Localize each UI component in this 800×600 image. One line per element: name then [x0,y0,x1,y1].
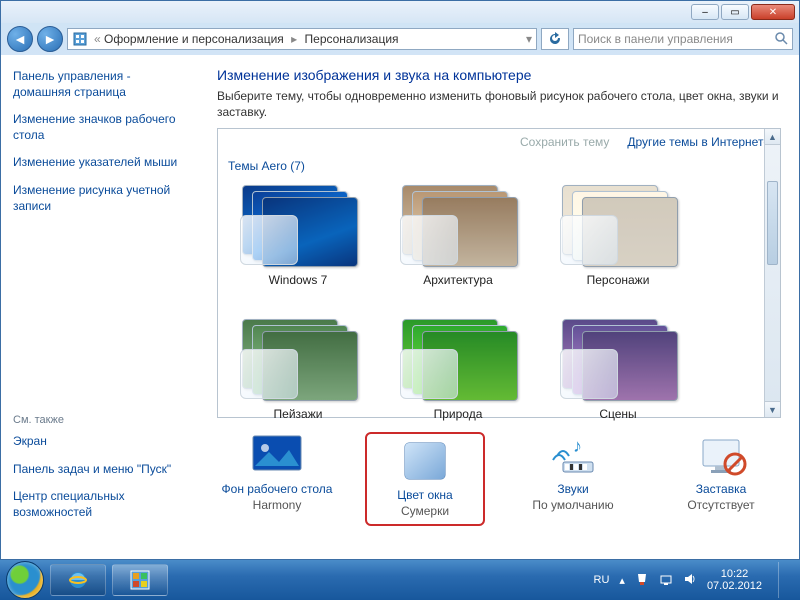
theme-item[interactable]: Персонажи [558,183,678,287]
setting-desktop-bg[interactable]: Фон рабочего стола Harmony [217,432,337,526]
theme-item[interactable]: Архитектура [398,183,518,287]
theme-thumbnail [558,183,674,269]
back-button[interactable]: ◄ [7,26,33,52]
breadcrumb-level1[interactable]: Оформление и персонализация [104,32,284,46]
theme-thumbnail [238,183,354,269]
minimize-button[interactable]: – [691,4,719,20]
theme-item[interactable]: Сцены [558,317,678,421]
desktop-bg-label: Фон рабочего стола [217,482,337,496]
maximize-button[interactable]: ▭ [721,4,749,20]
search-placeholder: Поиск в панели управления [578,32,733,46]
network-icon[interactable] [659,572,673,589]
theme-scrollbar[interactable]: ▲ ▼ [764,129,780,417]
system-tray: RU ▴ 10:22 07.02.2012 [594,562,794,598]
navigation-bar: ◄ ► « Оформление и персонализация ▸ Перс… [1,23,799,55]
forward-button[interactable]: ► [37,26,63,52]
desktop-bg-value: Harmony [253,498,302,512]
see-also-label: См. также [13,414,191,426]
window-color-icon [397,438,453,484]
save-theme-link[interactable]: Сохранить тему [520,135,609,149]
theme-thumbnail [558,317,674,403]
sounds-icon: ♪ [545,432,601,478]
see-also-display[interactable]: Экран [13,434,191,450]
theme-thumbnail [398,183,514,269]
clock[interactable]: 10:22 07.02.2012 [707,568,762,592]
sidebar-link-pointers[interactable]: Изменение указателей мыши [13,155,191,171]
action-center-icon[interactable] [635,572,649,589]
sounds-label: Звуки [513,482,633,496]
theme-item[interactable]: Windows 7 [238,183,358,287]
search-box[interactable]: Поиск в панели управления [573,28,793,50]
window-color-value: Сумерки [401,504,449,518]
theme-name: Природа [398,407,518,421]
refresh-button[interactable] [541,28,569,50]
breadcrumb[interactable]: « Оформление и персонализация ▸ Персонал… [94,32,399,46]
theme-name: Сцены [558,407,678,421]
setting-screensaver[interactable]: Заставка Отсутствует [661,432,781,526]
page-title: Изменение изображения и звука на компьют… [217,67,781,83]
see-also-accessibility[interactable]: Центр специальных возможностей [13,489,191,520]
theme-item[interactable]: Природа [398,317,518,421]
scroll-down-arrow[interactable]: ▼ [765,401,780,417]
desktop-bg-icon [249,432,305,478]
search-icon [774,31,788,48]
language-indicator[interactable]: RU [594,574,610,586]
screensaver-icon [693,432,749,478]
titlebar: – ▭ ✕ [1,1,799,23]
svg-text:♪: ♪ [573,436,582,456]
page-description: Выберите тему, чтобы одновременно измени… [217,89,781,120]
sidebar-link-account-pic[interactable]: Изменение рисунка учетной записи [13,183,191,214]
address-bar[interactable]: « Оформление и персонализация ▸ Персонал… [67,28,537,50]
main-content: Изменение изображения и звука на компьют… [203,55,799,559]
see-also-taskbar[interactable]: Панель задач и меню "Пуск" [13,462,191,478]
setting-window-color[interactable]: Цвет окна Сумерки [365,432,485,526]
setting-sounds[interactable]: ♪ Звуки По умолчанию [513,432,633,526]
screensaver-value: Отсутствует [687,498,754,512]
theme-item[interactable]: Пейзажи [238,317,358,421]
taskbar-ie[interactable] [50,564,106,596]
theme-thumbnail [398,317,514,403]
taskbar: RU ▴ 10:22 07.02.2012 [0,560,800,600]
start-button[interactable] [6,561,44,599]
theme-name: Архитектура [398,273,518,287]
breadcrumb-level2[interactable]: Персонализация [305,32,399,46]
theme-panel: Сохранить тему Другие темы в Интернете Т… [217,128,781,418]
tray-chevron-icon[interactable]: ▴ [619,574,625,587]
scroll-up-arrow[interactable]: ▲ [765,129,780,145]
theme-name: Персонажи [558,273,678,287]
theme-name: Пейзажи [238,407,358,421]
theme-thumbnail [238,317,354,403]
window-frame: – ▭ ✕ ◄ ► « Оформление и персонализация … [0,0,800,560]
more-themes-link[interactable]: Другие темы в Интернете [627,135,770,149]
sounds-value: По умолчанию [532,498,613,512]
taskbar-personalization[interactable] [112,564,168,596]
theme-group-label: Темы Aero (7) [218,155,780,177]
sidebar: Панель управления - домашняя страница Из… [1,55,203,559]
close-button[interactable]: ✕ [751,4,795,20]
clock-time: 10:22 [707,568,762,580]
sidebar-home-link[interactable]: Панель управления - домашняя страница [13,69,191,100]
scroll-thumb[interactable] [767,181,778,265]
show-desktop-button[interactable] [778,562,790,598]
sidebar-link-icons[interactable]: Изменение значков рабочего стола [13,112,191,143]
theme-name: Windows 7 [238,273,358,287]
control-panel-icon [72,31,88,47]
window-color-label: Цвет окна [369,488,481,502]
volume-icon[interactable] [683,572,697,589]
clock-date: 07.02.2012 [707,580,762,592]
screensaver-label: Заставка [661,482,781,496]
